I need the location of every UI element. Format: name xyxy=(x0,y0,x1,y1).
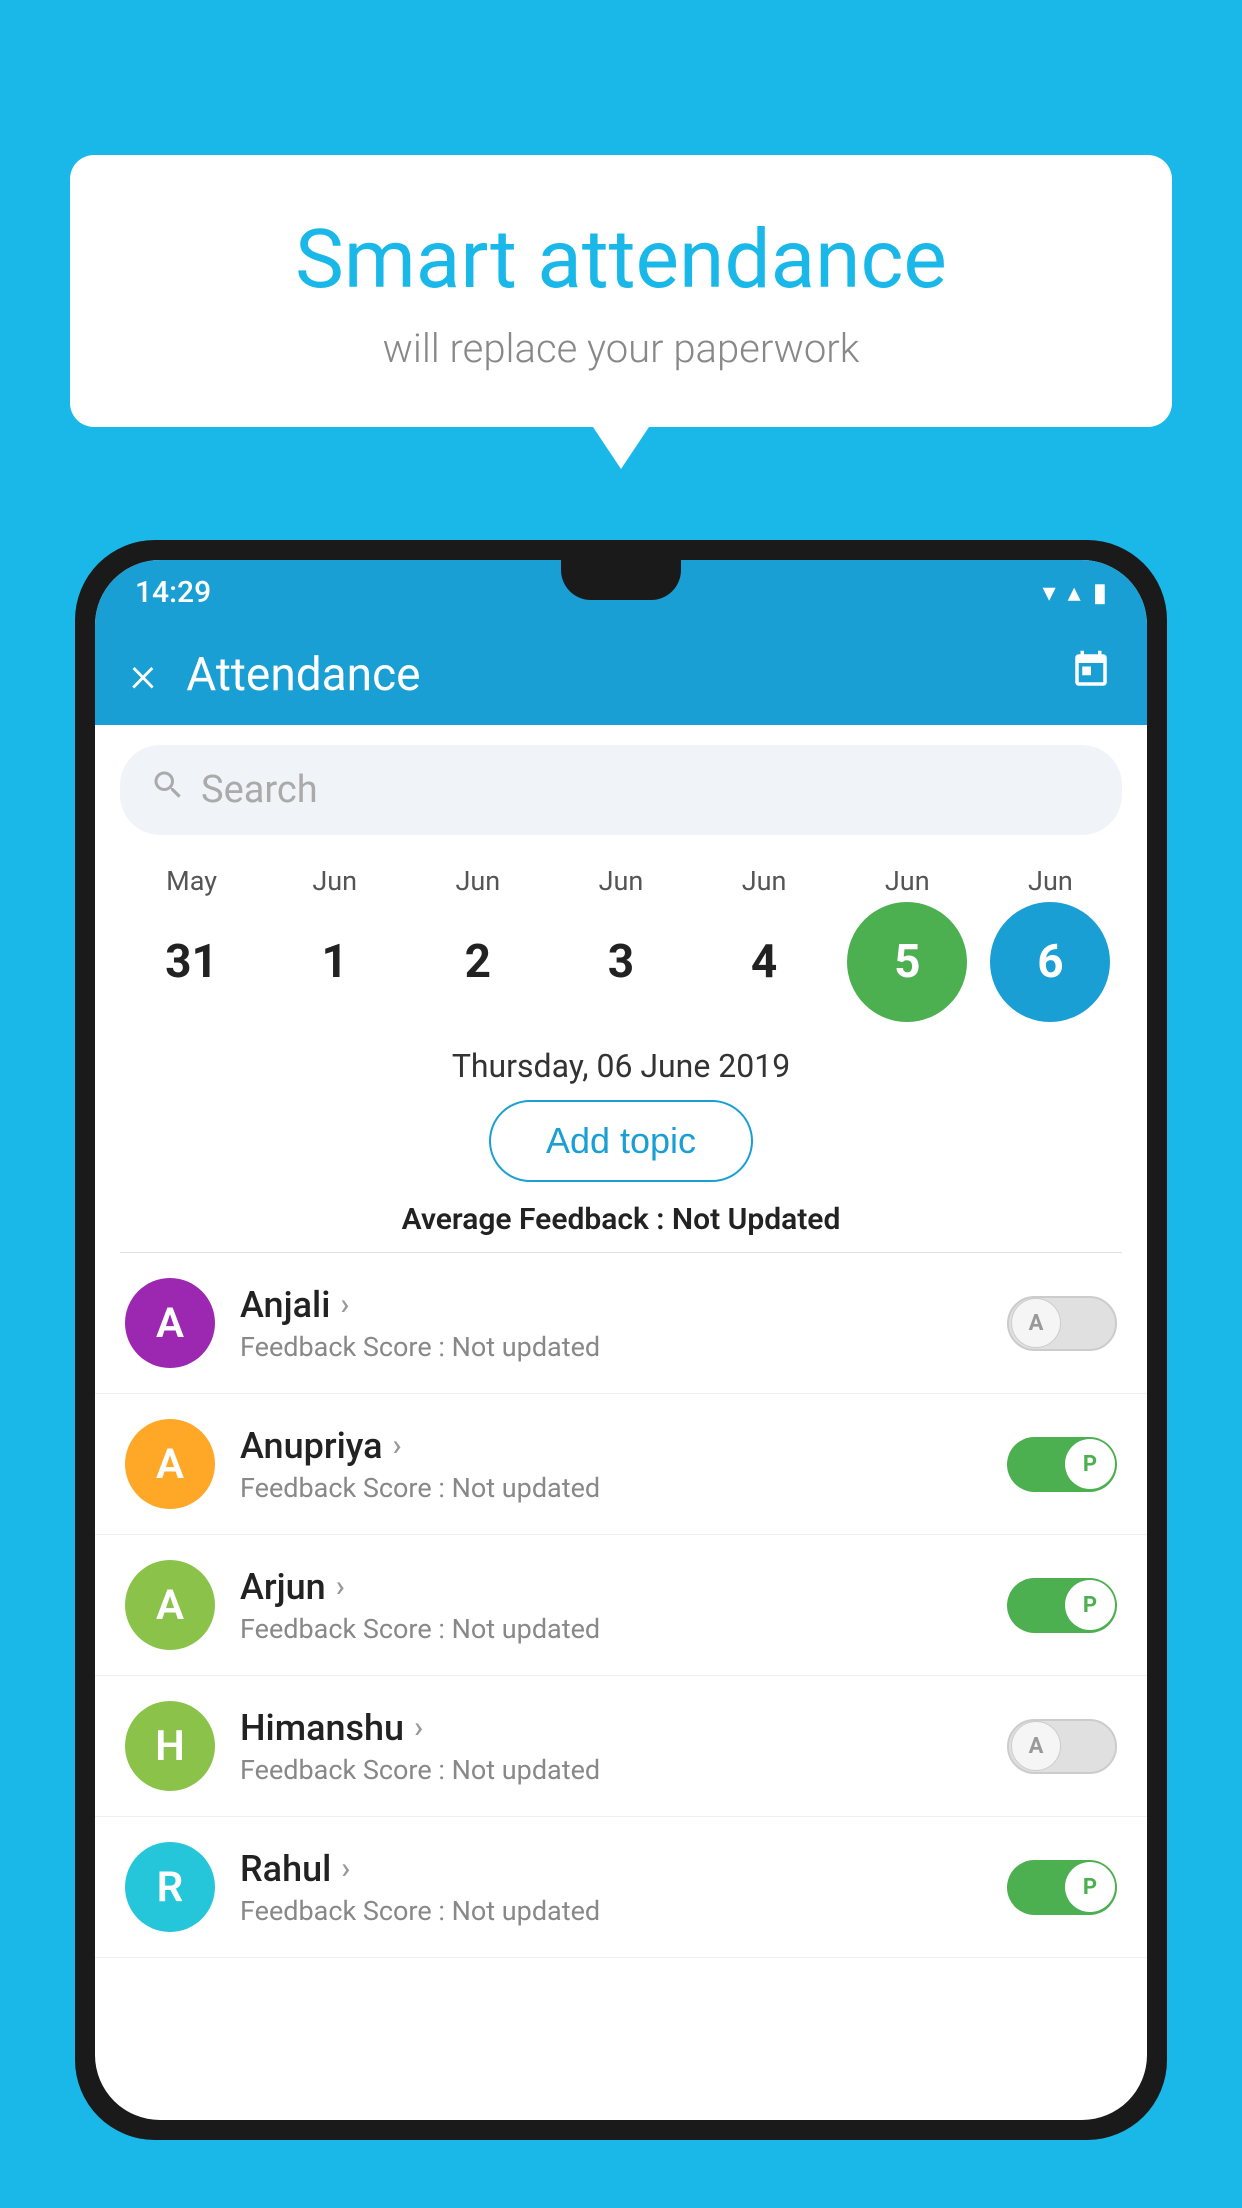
chevron-icon-0: › xyxy=(340,1287,349,1322)
calendar-button[interactable] xyxy=(1070,649,1112,702)
feedback-score-4: Feedback Score : Not updated xyxy=(240,1895,1007,1927)
student-info-4: Rahul › Feedback Score : Not updated xyxy=(240,1848,1007,1927)
app-title: Attendance xyxy=(186,648,1070,702)
speech-bubble-title: Smart attendance xyxy=(120,215,1122,305)
wifi-icon: ▾ xyxy=(1043,578,1056,608)
battery-icon: ▮ xyxy=(1093,578,1107,608)
student-name-4[interactable]: Rahul › xyxy=(240,1848,1007,1890)
phone-notch xyxy=(561,560,681,600)
chevron-icon-1: › xyxy=(393,1428,402,1463)
feedback-score-0: Feedback Score : Not updated xyxy=(240,1331,1007,1363)
avatar-3: H xyxy=(125,1701,215,1791)
toggle-knob-3: A xyxy=(1011,1721,1061,1771)
feedback-score-2: Feedback Score : Not updated xyxy=(240,1613,1007,1645)
student-name-0[interactable]: Anjali › xyxy=(240,1284,1007,1326)
attendance-toggle-3[interactable]: A xyxy=(1007,1719,1117,1774)
phone-screen: 14:29 ▾ ▴ ▮ × Attendance xyxy=(95,560,1147,2120)
status-time: 14:29 xyxy=(135,575,211,610)
phone-frame: 14:29 ▾ ▴ ▮ × Attendance xyxy=(75,540,1167,2140)
close-button[interactable]: × xyxy=(130,646,156,704)
status-icons: ▾ ▴ ▮ xyxy=(1043,578,1107,608)
avatar-1: A xyxy=(125,1419,215,1509)
add-topic-button[interactable]: Add topic xyxy=(489,1100,753,1182)
search-bar[interactable]: Search xyxy=(120,745,1122,835)
calendar-date-2[interactable]: 2 xyxy=(418,902,538,1022)
calendar-month-4: Jun xyxy=(704,865,824,897)
student-item-1: A Anupriya › Feedback Score : Not updated P xyxy=(95,1394,1147,1535)
calendar-date-6[interactable]: 6 xyxy=(990,902,1110,1022)
calendar-month-5: Jun xyxy=(847,865,967,897)
chevron-icon-4: › xyxy=(341,1851,350,1886)
attendance-toggle-2[interactable]: P xyxy=(1007,1578,1117,1633)
calendar-month-6: Jun xyxy=(990,865,1110,897)
toggle-knob-0: A xyxy=(1011,1298,1061,1348)
calendar-month-3: Jun xyxy=(561,865,681,897)
average-feedback: Average Feedback : Not Updated xyxy=(95,1202,1147,1237)
attendance-toggle-4[interactable]: P xyxy=(1007,1860,1117,1915)
avg-feedback-value: Not Updated xyxy=(672,1202,840,1237)
student-item-3: H Himanshu › Feedback Score : Not updatedA xyxy=(95,1676,1147,1817)
search-placeholder: Search xyxy=(201,768,318,812)
selected-date-label: Thursday, 06 June 2019 xyxy=(95,1037,1147,1100)
search-icon xyxy=(150,767,186,813)
calendar-month-2: Jun xyxy=(418,865,538,897)
calendar-date-1[interactable]: 1 xyxy=(275,902,395,1022)
feedback-score-3: Feedback Score : Not updated xyxy=(240,1754,1007,1786)
avatar-2: A xyxy=(125,1560,215,1650)
student-info-0: Anjali › Feedback Score : Not updated xyxy=(240,1284,1007,1363)
chevron-icon-2: › xyxy=(336,1569,345,1604)
phone-container: 14:29 ▾ ▴ ▮ × Attendance xyxy=(75,540,1167,2208)
avg-feedback-label: Average Feedback : xyxy=(402,1202,665,1237)
avatar-4: R xyxy=(125,1842,215,1932)
calendar-date-3[interactable]: 3 xyxy=(561,902,681,1022)
avatar-0: A xyxy=(125,1278,215,1368)
calendar-date-0[interactable]: 31 xyxy=(132,902,252,1022)
student-name-3[interactable]: Himanshu › xyxy=(240,1707,1007,1749)
speech-bubble-subtitle: will replace your paperwork xyxy=(120,325,1122,372)
toggle-knob-1: P xyxy=(1065,1439,1115,1489)
speech-bubble-container: Smart attendance will replace your paper… xyxy=(70,155,1172,427)
student-list: AAnjali ›Feedback Score : Not updatedAAA… xyxy=(95,1253,1147,1958)
app-bar: × Attendance xyxy=(95,625,1147,725)
attendance-toggle-0[interactable]: A xyxy=(1007,1296,1117,1351)
attendance-toggle-1[interactable]: P xyxy=(1007,1437,1117,1492)
toggle-knob-2: P xyxy=(1065,1580,1115,1630)
speech-bubble: Smart attendance will replace your paper… xyxy=(70,155,1172,427)
calendar-months-row: May Jun Jun Jun Jun Jun Jun xyxy=(95,855,1147,897)
chevron-icon-3: › xyxy=(414,1710,423,1745)
student-item-2: A Arjun › Feedback Score : Not updated P xyxy=(95,1535,1147,1676)
calendar-month-1: Jun xyxy=(275,865,395,897)
calendar-date-4[interactable]: 4 xyxy=(704,902,824,1022)
student-info-2: Arjun › Feedback Score : Not updated xyxy=(240,1566,1007,1645)
student-name-1[interactable]: Anupriya › xyxy=(240,1425,1007,1467)
student-item-4: R Rahul › Feedback Score : Not updated P xyxy=(95,1817,1147,1958)
toggle-knob-4: P xyxy=(1065,1862,1115,1912)
calendar-dates-row[interactable]: 31123456 xyxy=(95,897,1147,1037)
student-item-0: AAnjali ›Feedback Score : Not updatedA xyxy=(95,1253,1147,1394)
feedback-score-1: Feedback Score : Not updated xyxy=(240,1472,1007,1504)
calendar-date-5[interactable]: 5 xyxy=(847,902,967,1022)
student-info-3: Himanshu › Feedback Score : Not updated xyxy=(240,1707,1007,1786)
student-info-1: Anupriya › Feedback Score : Not updated xyxy=(240,1425,1007,1504)
calendar-month-0: May xyxy=(132,865,252,897)
signal-icon: ▴ xyxy=(1068,578,1081,608)
student-name-2[interactable]: Arjun › xyxy=(240,1566,1007,1608)
